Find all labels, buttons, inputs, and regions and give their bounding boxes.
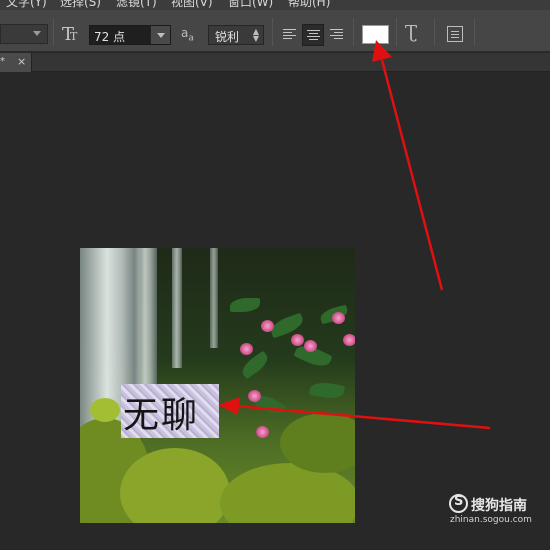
watermark-brand: 搜狗指南 <box>471 498 527 514</box>
watermark-url: zhinan.sogou.com <box>450 515 532 525</box>
arrowhead-icon <box>372 40 392 62</box>
arrow-to-color-swatch <box>380 59 444 291</box>
arrowhead-icon <box>218 397 240 415</box>
annotation-arrows <box>218 40 491 430</box>
arrow-to-text-layer <box>235 404 491 430</box>
sogou-logo-icon <box>449 494 468 513</box>
